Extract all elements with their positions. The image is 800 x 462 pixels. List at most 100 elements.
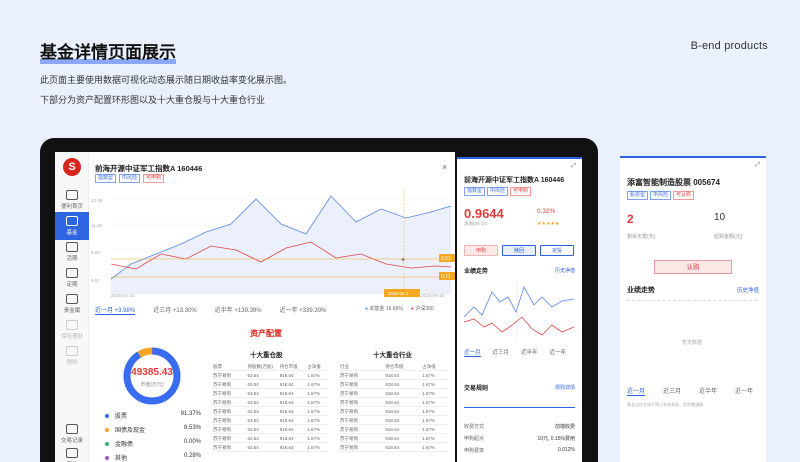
mobile-trend-chart[interactable] — [462, 277, 577, 345]
history-nav-link[interactable]: 历史净值 — [737, 286, 759, 294]
range-tab[interactable]: 近三月 — [493, 348, 510, 357]
table-cell: 苏宁易购 — [340, 427, 358, 432]
range-tab[interactable]: 近一月 — [627, 386, 646, 396]
return-chart[interactable]: + 13.48 11.16 8.84 9.57 2.61 0.71 2015-0… — [91, 184, 455, 299]
fund-tags: 指数型 中风险 可申购 — [464, 187, 532, 196]
sidebar-item-label: 定期 — [66, 282, 78, 288]
table-row[interactable]: 苏宁易购 918.64 1.67% — [340, 443, 448, 452]
page-en-label: B-end products — [690, 40, 768, 52]
table-header: 行业 持仓市值 占净值 — [340, 362, 448, 371]
allocation-item: 国债及现金 8.53% — [105, 425, 201, 434]
table-cell: 918.64 — [385, 427, 400, 432]
table-cell: 苏宁易购 — [213, 400, 231, 405]
rule-key: 申购起点 — [464, 436, 485, 442]
history-nav-link[interactable]: 历史净值 — [555, 267, 575, 274]
sidebar-item[interactable]: 保险理财 — [55, 316, 89, 344]
table-cell: 918.64 — [279, 436, 294, 441]
range-tab[interactable]: 近一年 +339.39% — [280, 305, 327, 315]
table-row[interactable]: 苏宁易购 918.64 1.67% — [340, 407, 448, 416]
fund-line — [463, 285, 575, 318]
table-row[interactable]: 苏宁易购 918.64 1.67% — [340, 434, 448, 443]
sidebar-item[interactable]: 便利首页 — [55, 186, 89, 214]
sidebar-item[interactable]: 基金 — [55, 212, 89, 240]
table-row[interactable]: 苏宁易购 918.64 1.67% — [340, 389, 448, 398]
fund-tag: 可认购 — [673, 191, 695, 200]
table-row[interactable]: 苏宁易购 63.54 918.64 1.67% — [213, 416, 328, 425]
table-cell: 1.67% — [307, 373, 321, 378]
table-row[interactable]: 苏宁易购 63.54 918.64 1.67% — [213, 380, 328, 389]
record-icon — [66, 424, 78, 434]
range-tab[interactable]: 近一月 +3.98% — [95, 305, 136, 315]
expand-icon[interactable]: ⤢ — [571, 163, 576, 170]
sidebar-item[interactable]: 贵金属 — [55, 290, 89, 318]
expand-icon[interactable]: ⤢ — [755, 162, 760, 169]
table-row[interactable]: 苏宁易购 63.54 918.64 1.67% — [213, 389, 328, 398]
range-tab[interactable]: 近半年 — [521, 348, 538, 357]
table-cell: 63.54 — [247, 427, 259, 432]
table-cell: 苏宁易购 — [213, 391, 231, 396]
allocation-item: 金融债 0.00% — [105, 439, 201, 448]
auto-invest-button[interactable]: 定投 — [540, 245, 574, 256]
no-data-text: 暂无数据 — [681, 340, 702, 346]
fund-name: 前海开源中证军工指数A 160446 — [95, 164, 203, 173]
table-cell: 918.64 — [385, 445, 400, 450]
trend-chart-empty: 暂无数据 — [627, 300, 757, 380]
redeem-button[interactable]: 赎回 — [502, 245, 536, 256]
subscribe-button[interactable]: 认购 — [654, 260, 732, 274]
range-tab[interactable]: 近半年 +139.39% — [215, 305, 262, 315]
table-cell: 苏宁易购 — [213, 373, 231, 378]
allocation-item: 其他 0.28% — [105, 453, 201, 462]
close-icon[interactable]: × — [442, 162, 447, 172]
sidebar-item[interactable]: 理财 — [55, 342, 89, 370]
trend-title: 业绩走势 — [627, 287, 655, 294]
table-cell: 918.64 — [279, 418, 294, 423]
buy-button[interactable]: 申购 — [464, 245, 498, 256]
mobile-subscribe-panel: ⤢ 添富智能制造股票 005674 股票型 中风险 可认购 2 剩余天数(天) 10… — [620, 156, 766, 462]
table-header-cell: 持股数(万股) — [247, 364, 274, 369]
range-tab[interactable]: 近一月 — [464, 348, 481, 357]
table-row[interactable]: 苏宁易购 918.64 1.67% — [340, 398, 448, 407]
table-cell: 918.64 — [385, 436, 400, 441]
trade-timeline — [464, 407, 575, 408]
table-cell: 1.67% — [307, 445, 321, 450]
table-header-cell: 占净值 — [422, 364, 436, 369]
top-industries-table: 行业 持仓市值 占净值 苏宁易购 918.64 1.67% 苏宁易购 918.64 1.67% 苏… — [340, 362, 448, 452]
range-tab[interactable]: 近一年 — [550, 348, 567, 357]
trade-rule-row: 申购起点 10元, 0.15%费用 — [464, 435, 575, 442]
legend-fund: ● 本基金 16.66% — [365, 306, 403, 312]
table-row[interactable]: 苏宁易购 63.54 918.64 1.67% — [213, 407, 328, 416]
range-tab[interactable]: 近一年 — [735, 386, 753, 396]
range-tab[interactable]: 近三月 +13.30% — [153, 305, 197, 315]
table-row[interactable]: 苏宁易购 63.54 918.64 1.67% — [213, 434, 328, 443]
range-tabs: 近一月 +3.98% 近三月 +13.30% 近半年 +139.39% 近一年 +33… — [95, 305, 326, 315]
rules-detail-link[interactable]: 规则详情 — [555, 384, 575, 391]
table-cell: 918.64 — [279, 391, 294, 396]
table-row[interactable]: 苏宁易购 63.54 918.64 1.67% — [213, 398, 328, 407]
min-amount-label: 起购金额(元) — [714, 234, 743, 240]
table-cell: 1.67% — [422, 373, 435, 378]
table-row[interactable]: 苏宁易购 918.64 1.67% — [340, 380, 448, 389]
mobile-range-tabs: 近一月 近三月 近半年 近一年 — [464, 348, 566, 357]
sidebar: S 便利首页基金活期定期贵金属保险理财理财交易记录我的 — [55, 152, 89, 462]
table-cell: 918.64 — [385, 391, 400, 396]
current-icon — [66, 242, 78, 252]
trade-rule-row: 收费方式 前端收费 — [464, 423, 575, 430]
range-tab[interactable]: 近半年 — [699, 386, 717, 396]
table-row[interactable]: 苏宁易购 63.54 918.64 1.67% — [213, 425, 328, 434]
table-row[interactable]: 苏宁易购 63.54 918.64 1.67% — [213, 371, 328, 380]
range-tab[interactable]: 近三月 — [663, 386, 681, 396]
table-row[interactable]: 苏宁易购 918.64 1.67% — [340, 416, 448, 425]
sidebar-item[interactable]: 定期 — [55, 264, 89, 292]
sidebar-item[interactable]: 活期 — [55, 238, 89, 266]
sidebar-item[interactable]: 我的 — [55, 444, 89, 462]
fund-tag: 指数型 — [464, 187, 486, 196]
table-row[interactable]: 苏宁易购 918.64 1.67% — [340, 425, 448, 434]
table-cell: 苏宁易购 — [340, 382, 358, 387]
legend-dot — [105, 428, 109, 432]
allocation-name: 金融债 — [115, 442, 134, 448]
y-label: 13.48 — [91, 198, 103, 203]
page-desc-1: 此页面主要使用数据可视化动态展示随日期收益率变化展示图。 — [40, 75, 293, 85]
table-row[interactable]: 苏宁易购 918.64 1.67% — [340, 371, 448, 380]
table-cell: 63.54 — [247, 400, 259, 405]
table-row[interactable]: 苏宁易购 63.54 918.64 1.67% — [213, 443, 328, 452]
